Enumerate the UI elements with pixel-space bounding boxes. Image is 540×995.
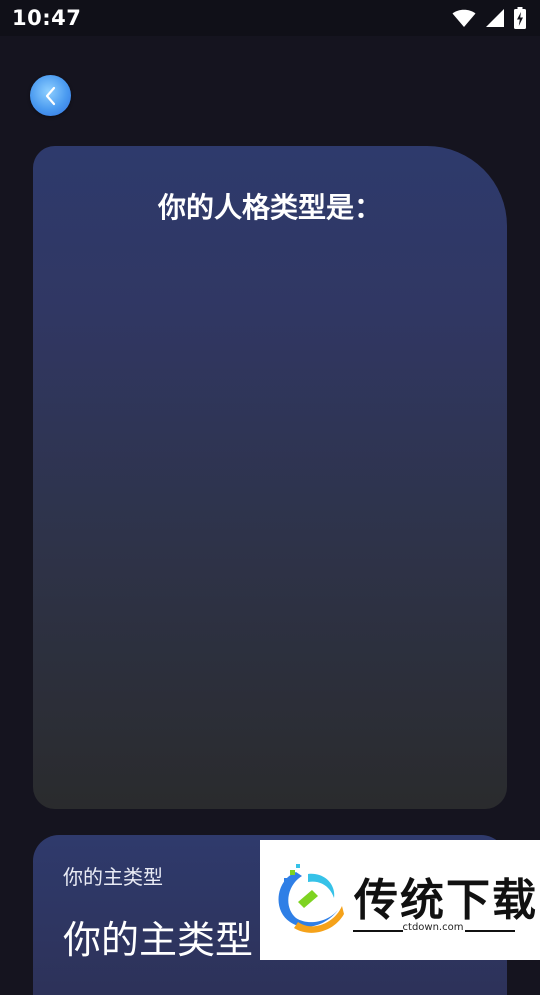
result-title: 你的人格类型是： [157,191,382,224]
watermark-divider-left [353,930,403,932]
status-time: 10:47 [12,6,82,30]
status-bar: 10:47 [0,0,540,36]
main-type-label: 你的主类型 [63,865,163,889]
battery-charging-icon [514,7,526,29]
watermark-url: ctdown.com [402,922,464,933]
back-button[interactable] [30,75,71,116]
watermark: 传统下载 ctdown.com [260,840,540,960]
wifi-icon [452,9,476,27]
watermark-divider-right [465,930,515,932]
main-type-value: 你的主类型 [63,918,254,962]
status-icons [452,7,526,29]
personality-result-card: 你的人格类型是： [33,146,507,809]
watermark-name: 传统下载 [354,875,538,926]
signal-icon [486,9,504,27]
watermark-logo-icon [278,864,344,933]
chevron-left-icon [45,86,55,105]
